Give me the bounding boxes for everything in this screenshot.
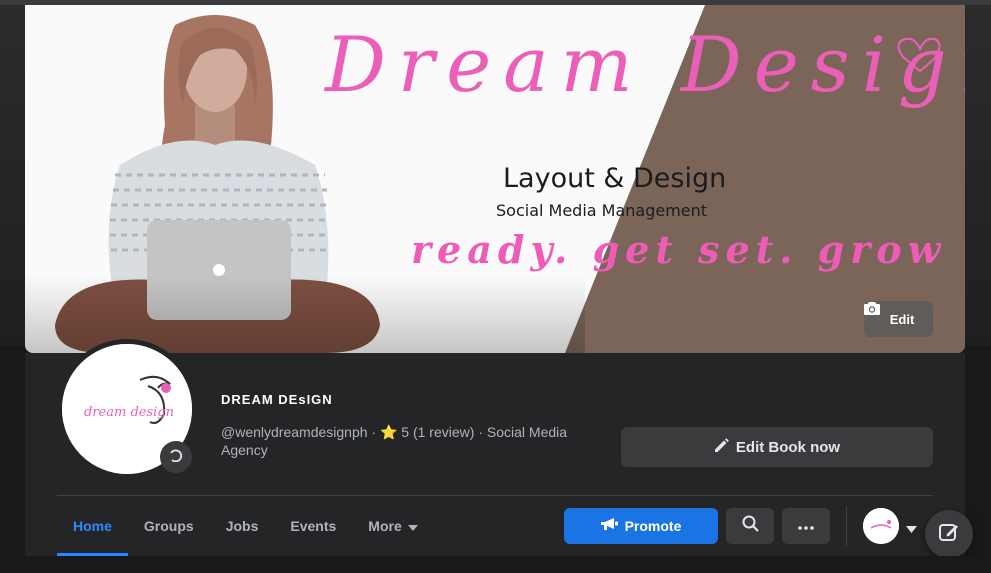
edit-cover-label: Edit [889, 311, 915, 327]
page-title: DREAM DEsIGN [221, 392, 333, 407]
edit-book-now-button[interactable]: Edit Book now [621, 427, 933, 467]
tab-jobs[interactable]: Jobs [210, 496, 275, 556]
cover-heading: Layout & Design [503, 163, 727, 194]
cover-photo[interactable]: Dream Design Layout & Design Social Medi… [25, 5, 965, 353]
action-divider [846, 506, 847, 546]
cover-script-title: Dream Design [325, 20, 965, 109]
promote-label: Promote [624, 518, 682, 534]
cover-tagline: ready. get set. grow [411, 227, 947, 272]
edit-book-now-label: Edit Book now [735, 438, 841, 456]
bottom-strip [0, 556, 991, 573]
star-icon: ⭐ [379, 424, 398, 440]
tab-events[interactable]: Events [274, 496, 352, 556]
cover-subheading: Social Media Management [496, 201, 708, 220]
logo-text: dream design [84, 405, 174, 420]
tab-home-label: Home [73, 518, 112, 534]
promote-button[interactable]: Promote [564, 508, 718, 544]
more-dots-icon [798, 517, 814, 535]
update-profile-picture-button[interactable] [160, 441, 192, 473]
page-rating[interactable]: 5 (1 review) [401, 424, 474, 440]
tab-more-label: More [368, 518, 402, 534]
tab-groups[interactable]: Groups [128, 496, 210, 556]
tab-jobs-label: Jobs [225, 518, 259, 534]
page-meta: @wenlydreamdesignph · ⭐ 5 (1 review) · S… [221, 424, 568, 458]
compose-message-button[interactable] [925, 510, 973, 558]
page-tabs: Home Groups Jobs Events More [57, 496, 434, 556]
tab-home[interactable]: Home [57, 496, 128, 556]
tab-groups-label: Groups [143, 518, 194, 534]
page-handle: @wenlydreamdesignph [221, 424, 368, 440]
more-options-button[interactable] [782, 508, 830, 544]
search-icon [742, 515, 759, 537]
tab-events-label: Events [290, 518, 337, 534]
chevron-down-icon [407, 518, 418, 534]
search-button[interactable] [726, 508, 774, 544]
compose-icon [939, 522, 959, 547]
chevron-down-icon[interactable] [906, 520, 917, 538]
account-switcher-avatar[interactable] [863, 508, 899, 544]
camera-icon [169, 448, 183, 467]
tab-more[interactable]: More [352, 496, 433, 556]
edit-cover-button[interactable]: Edit [864, 301, 933, 337]
pencil-icon [714, 437, 729, 457]
megaphone-icon [600, 518, 618, 534]
